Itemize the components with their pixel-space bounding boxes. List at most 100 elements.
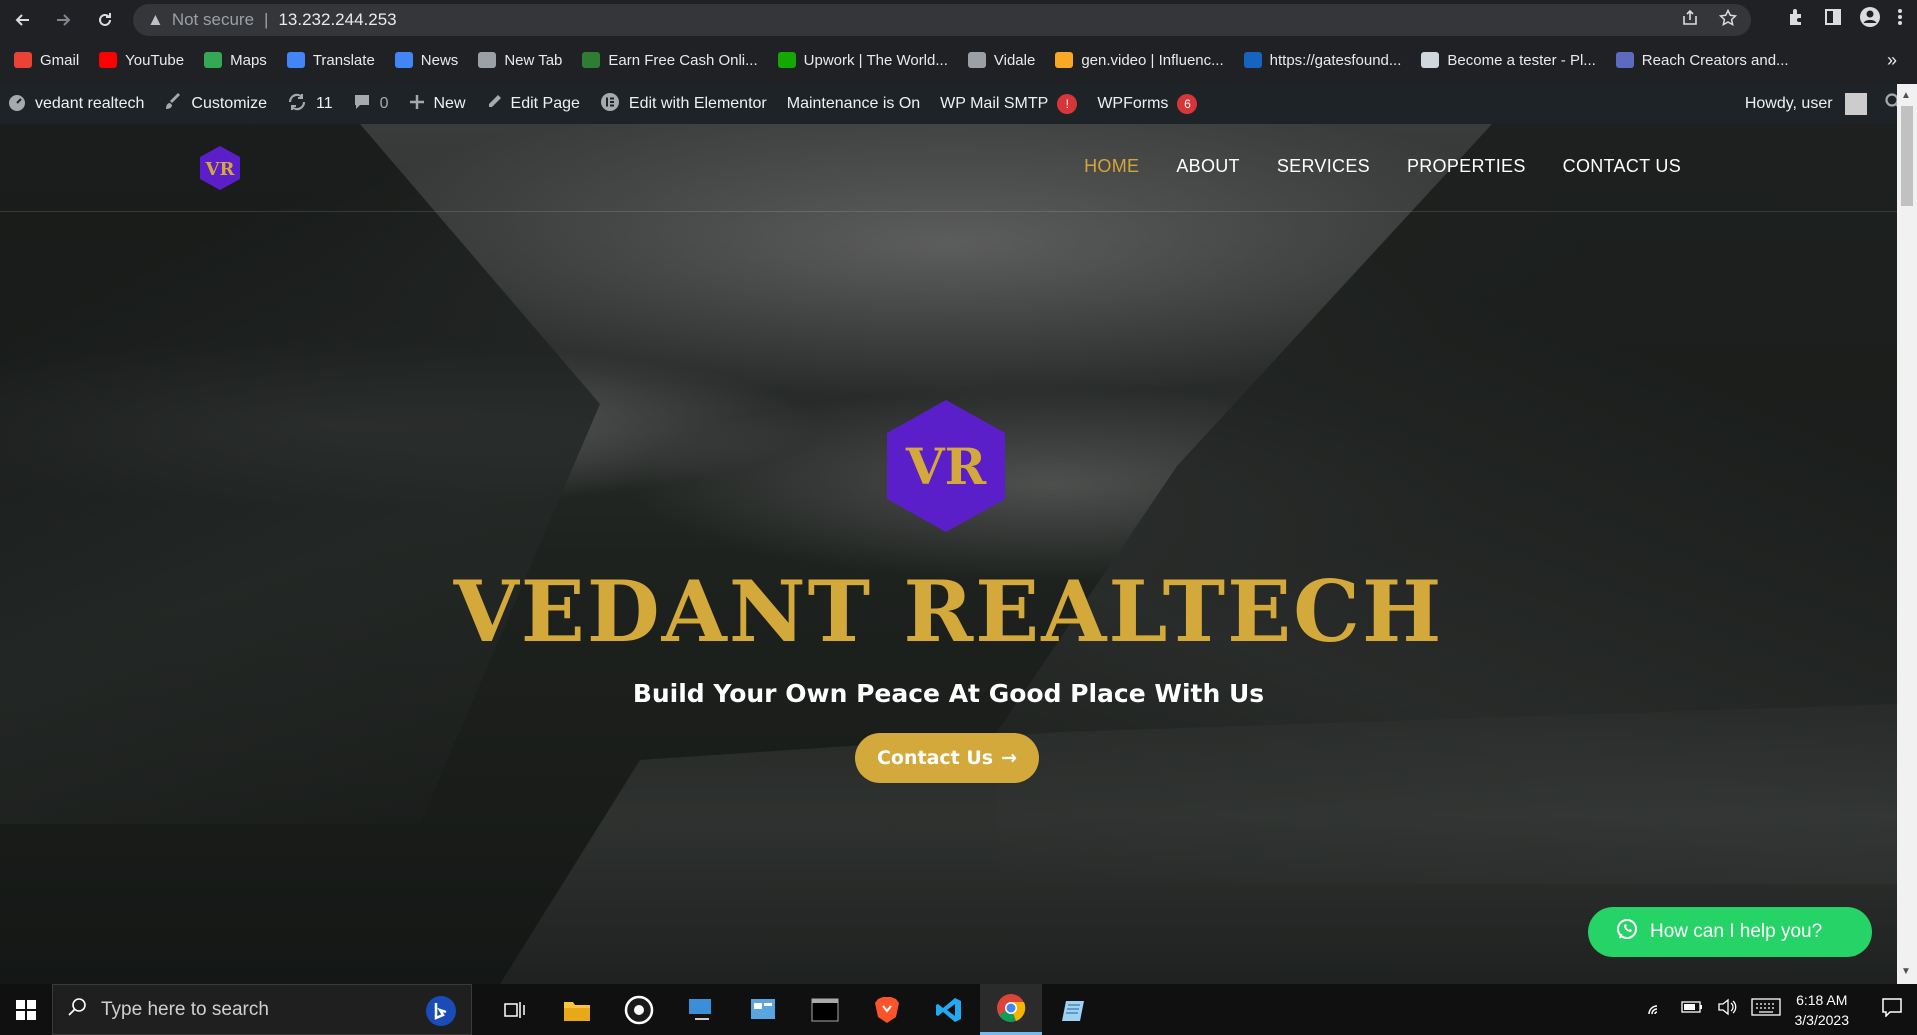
brave-browser-icon[interactable] xyxy=(856,984,918,1035)
terminal-icon[interactable] xyxy=(794,984,856,1035)
nav-about[interactable]: ABOUT xyxy=(1176,156,1240,177)
bookmark-favicon-icon xyxy=(1615,52,1634,68)
wp-maintenance[interactable]: Maintenance is On xyxy=(787,95,920,113)
notifications-icon[interactable] xyxy=(1881,997,1903,1022)
main-nav: HOME ABOUT SERVICES PROPERTIES CONTACT U… xyxy=(1084,156,1681,177)
clock[interactable]: 6:18 AM 3/3/2023 xyxy=(1795,990,1850,1030)
bookmark-item[interactable]: Reach Creators and... xyxy=(1615,51,1789,69)
share-icon[interactable] xyxy=(1681,9,1699,32)
bookmark-favicon-icon xyxy=(1243,52,1262,68)
bookmark-item[interactable]: Vidale xyxy=(967,52,1035,69)
taskbar-search[interactable]: Type here to search xyxy=(52,984,472,1035)
bookmark-item[interactable]: Earn Free Cash Onli... xyxy=(582,51,758,69)
obs-icon[interactable] xyxy=(608,984,670,1035)
profile-icon[interactable] xyxy=(1859,6,1881,33)
windows-start-icon[interactable] xyxy=(0,984,52,1035)
chrome-icon[interactable] xyxy=(980,984,1042,1035)
bookmark-item[interactable]: YouTube xyxy=(99,52,184,69)
bookmark-label: Earn Free Cash Onli... xyxy=(608,51,758,69)
updates-icon xyxy=(287,93,307,116)
hero-title: VEDANT REALTECH xyxy=(453,562,1444,661)
scroll-down-icon[interactable]: ▼ xyxy=(1901,966,1911,977)
wp-site-link[interactable]: vedant realtech xyxy=(8,93,144,116)
dashboard-icon xyxy=(8,93,26,116)
bookmark-item[interactable]: News xyxy=(394,51,459,69)
system-tray: 6:18 AM 3/3/2023 xyxy=(1647,984,1917,1035)
bookmark-item[interactable]: Become a tester - Pl... xyxy=(1421,52,1596,69)
bookmark-favicon-icon xyxy=(394,52,413,68)
wp-edit-page[interactable]: Edit Page xyxy=(486,94,580,115)
bookmark-favicon-icon xyxy=(286,52,305,68)
keyboard-icon[interactable] xyxy=(1750,998,1781,1021)
nav-properties[interactable]: PROPERTIES xyxy=(1407,156,1526,177)
bookmark-favicon-icon xyxy=(99,52,118,68)
bookmark-item[interactable]: gen.video | Influenc... xyxy=(1055,52,1224,69)
bookmark-label: YouTube xyxy=(125,51,185,69)
clock-time: 6:18 AM xyxy=(1796,991,1848,1008)
taskbar-search-placeholder: Type here to search xyxy=(101,998,269,1020)
battery-icon[interactable] xyxy=(1680,1000,1703,1019)
bookmark-label: Reach Creators and... xyxy=(1641,51,1789,69)
scroll-up-icon[interactable]: ▲ xyxy=(1901,90,1911,101)
clock-date: 3/3/2023 xyxy=(1794,1011,1850,1028)
wp-account[interactable]: Howdy, user xyxy=(1745,93,1867,115)
bookmarks-bar: Gmail YouTube Maps Translate News New Tab Earn… xyxy=(0,44,1917,76)
nav-home[interactable]: HOME xyxy=(1084,156,1139,177)
file-explorer-icon[interactable] xyxy=(546,984,608,1035)
more-bookmarks-icon[interactable]: » xyxy=(1887,50,1897,71)
bookmark-item[interactable]: Upwork | The World... xyxy=(777,52,948,69)
bookmark-item[interactable]: New Tab xyxy=(478,52,562,69)
bing-icon[interactable] xyxy=(425,995,457,1033)
bookmark-item[interactable]: https://gatesfound... xyxy=(1243,52,1401,69)
mail-alert-badge: ! xyxy=(1057,94,1078,114)
wp-edit-page-label: Edit Page xyxy=(510,95,580,112)
bookmark-item[interactable]: Translate xyxy=(286,51,375,69)
menu-icon[interactable] xyxy=(1897,7,1903,32)
wp-comments[interactable]: 0 xyxy=(353,93,389,116)
divider: | xyxy=(264,10,269,29)
notepad-icon[interactable] xyxy=(1042,984,1104,1035)
extensions-icon[interactable] xyxy=(1787,7,1807,32)
bookmark-star-icon[interactable] xyxy=(1718,8,1738,32)
back-icon[interactable] xyxy=(10,7,36,33)
reload-icon[interactable] xyxy=(92,7,118,33)
vscode-icon[interactable] xyxy=(918,984,980,1035)
bookmark-favicon-icon xyxy=(777,52,796,68)
page-scrollbar[interactable]: ▲ ▼ xyxy=(1897,84,1917,984)
wp-customize-label: Customize xyxy=(191,95,267,112)
whatsapp-label: How can I help you? xyxy=(1650,921,1823,942)
site-logo[interactable]: VR xyxy=(198,145,242,191)
scroll-thumb[interactable] xyxy=(1901,106,1913,206)
elementor-icon xyxy=(600,92,620,117)
avatar xyxy=(1845,93,1867,115)
bookmark-item[interactable]: Gmail xyxy=(14,52,79,69)
wp-wpforms[interactable]: WPForms 6 xyxy=(1097,94,1198,114)
bookmark-item[interactable]: Maps xyxy=(204,52,267,69)
wp-updates[interactable]: 11 xyxy=(287,93,333,116)
wp-howdy-label: Howdy, user xyxy=(1744,95,1833,113)
contact-us-button[interactable]: Contact Us → xyxy=(855,733,1039,783)
address-bar[interactable]: ▲ Not secure | 13.232.244.253 xyxy=(133,4,1751,36)
wp-customize[interactable]: Customize xyxy=(164,92,267,116)
browser-toolbar: ▲ Not secure | 13.232.244.253 xyxy=(0,0,1917,40)
wp-new[interactable]: New xyxy=(409,94,466,115)
wifi-icon[interactable] xyxy=(1647,998,1667,1021)
volume-icon[interactable] xyxy=(1717,998,1737,1021)
nav-contact[interactable]: CONTACT US xyxy=(1563,156,1681,177)
whatsapp-chat-button[interactable]: How can I help you? xyxy=(1588,907,1872,957)
logo-text: VR xyxy=(205,159,236,180)
bookmark-favicon-icon xyxy=(967,52,986,68)
warning-icon: ▲ xyxy=(147,10,164,29)
wp-mail-smtp[interactable]: WP Mail SMTP ! xyxy=(940,94,1078,114)
task-view-icon[interactable] xyxy=(484,984,546,1035)
bookmark-label: News xyxy=(420,51,459,69)
remote-desktop-icon[interactable] xyxy=(670,984,732,1035)
bookmark-label: Translate xyxy=(312,51,375,69)
wp-wpforms-label: WPForms xyxy=(1097,95,1169,112)
wp-elementor[interactable]: Edit with Elementor xyxy=(600,92,767,117)
forward-icon[interactable] xyxy=(50,7,76,33)
bookmark-label: Maps xyxy=(230,51,267,69)
control-panel-icon[interactable] xyxy=(732,984,794,1035)
side-panel-icon[interactable] xyxy=(1823,7,1843,32)
nav-services[interactable]: SERVICES xyxy=(1277,156,1370,177)
